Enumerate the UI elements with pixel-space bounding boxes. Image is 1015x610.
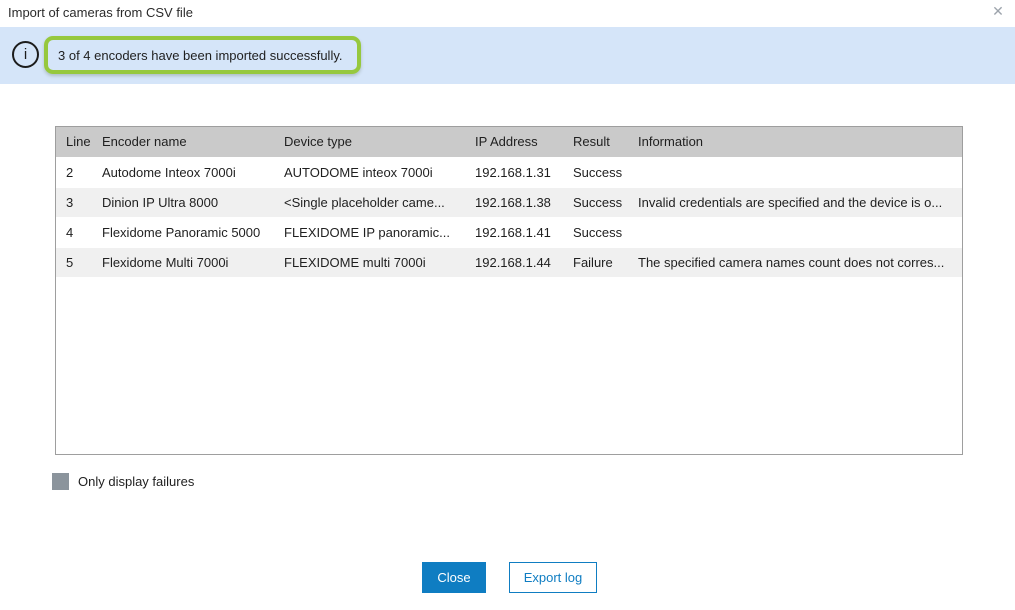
cell-encoder-name: Flexidome Multi 7000i xyxy=(92,247,274,277)
column-header-information[interactable]: Information xyxy=(628,127,962,157)
table-row[interactable]: 5Flexidome Multi 7000iFLEXIDOME multi 70… xyxy=(56,247,962,277)
cell-information: Invalid credentials are specified and th… xyxy=(628,187,962,217)
close-icon[interactable]: ✕ xyxy=(988,1,1008,21)
only-display-failures-filter: Only display failures xyxy=(52,473,194,490)
cell-line: 4 xyxy=(56,217,92,247)
cell-ip-address: 192.168.1.41 xyxy=(465,217,563,247)
info-banner: i 3 of 4 encoders have been imported suc… xyxy=(0,27,1015,84)
cell-device-type: FLEXIDOME IP panoramic... xyxy=(274,217,465,247)
cell-result: Success xyxy=(563,217,628,247)
cell-line: 5 xyxy=(56,247,92,277)
table-row[interactable]: 2Autodome Inteox 7000iAUTODOME inteox 70… xyxy=(56,157,962,187)
cell-information xyxy=(628,157,962,187)
cell-device-type: <Single placeholder came... xyxy=(274,187,465,217)
cell-ip-address: 192.168.1.38 xyxy=(465,187,563,217)
only-display-failures-checkbox[interactable] xyxy=(52,473,69,490)
cell-result: Success xyxy=(563,187,628,217)
export-log-button[interactable]: Export log xyxy=(509,562,597,593)
table-header: Line Encoder name Device type IP Address… xyxy=(56,127,962,157)
table-row[interactable]: 4Flexidome Panoramic 5000FLEXIDOME IP pa… xyxy=(56,217,962,247)
cell-ip-address: 192.168.1.44 xyxy=(465,247,563,277)
cell-line: 2 xyxy=(56,157,92,187)
close-button[interactable]: Close xyxy=(422,562,486,593)
cell-ip-address: 192.168.1.31 xyxy=(465,157,563,187)
cell-encoder-name: Dinion IP Ultra 8000 xyxy=(92,187,274,217)
only-display-failures-label: Only display failures xyxy=(78,474,194,489)
import-results-table: Line Encoder name Device type IP Address… xyxy=(55,126,963,455)
banner-message: 3 of 4 encoders have been imported succe… xyxy=(58,48,342,63)
title-bar: Import of cameras from CSV file ✕ xyxy=(0,0,1015,27)
dialog-title: Import of cameras from CSV file xyxy=(8,0,193,26)
table-row[interactable]: 3Dinion IP Ultra 8000<Single placeholder… xyxy=(56,187,962,217)
column-header-ip-address[interactable]: IP Address xyxy=(465,127,563,157)
highlight-annotation: 3 of 4 encoders have been imported succe… xyxy=(44,36,361,74)
cell-information: The specified camera names count does no… xyxy=(628,247,962,277)
info-icon: i xyxy=(12,41,39,68)
column-header-result[interactable]: Result xyxy=(563,127,628,157)
cell-device-type: AUTODOME inteox 7000i xyxy=(274,157,465,187)
cell-information xyxy=(628,217,962,247)
column-header-line[interactable]: Line xyxy=(56,127,92,157)
cell-encoder-name: Flexidome Panoramic 5000 xyxy=(92,217,274,247)
cell-result: Failure xyxy=(563,247,628,277)
cell-result: Success xyxy=(563,157,628,187)
cell-device-type: FLEXIDOME multi 7000i xyxy=(274,247,465,277)
column-header-encoder-name[interactable]: Encoder name xyxy=(92,127,274,157)
cell-line: 3 xyxy=(56,187,92,217)
cell-encoder-name: Autodome Inteox 7000i xyxy=(92,157,274,187)
column-header-device-type[interactable]: Device type xyxy=(274,127,465,157)
